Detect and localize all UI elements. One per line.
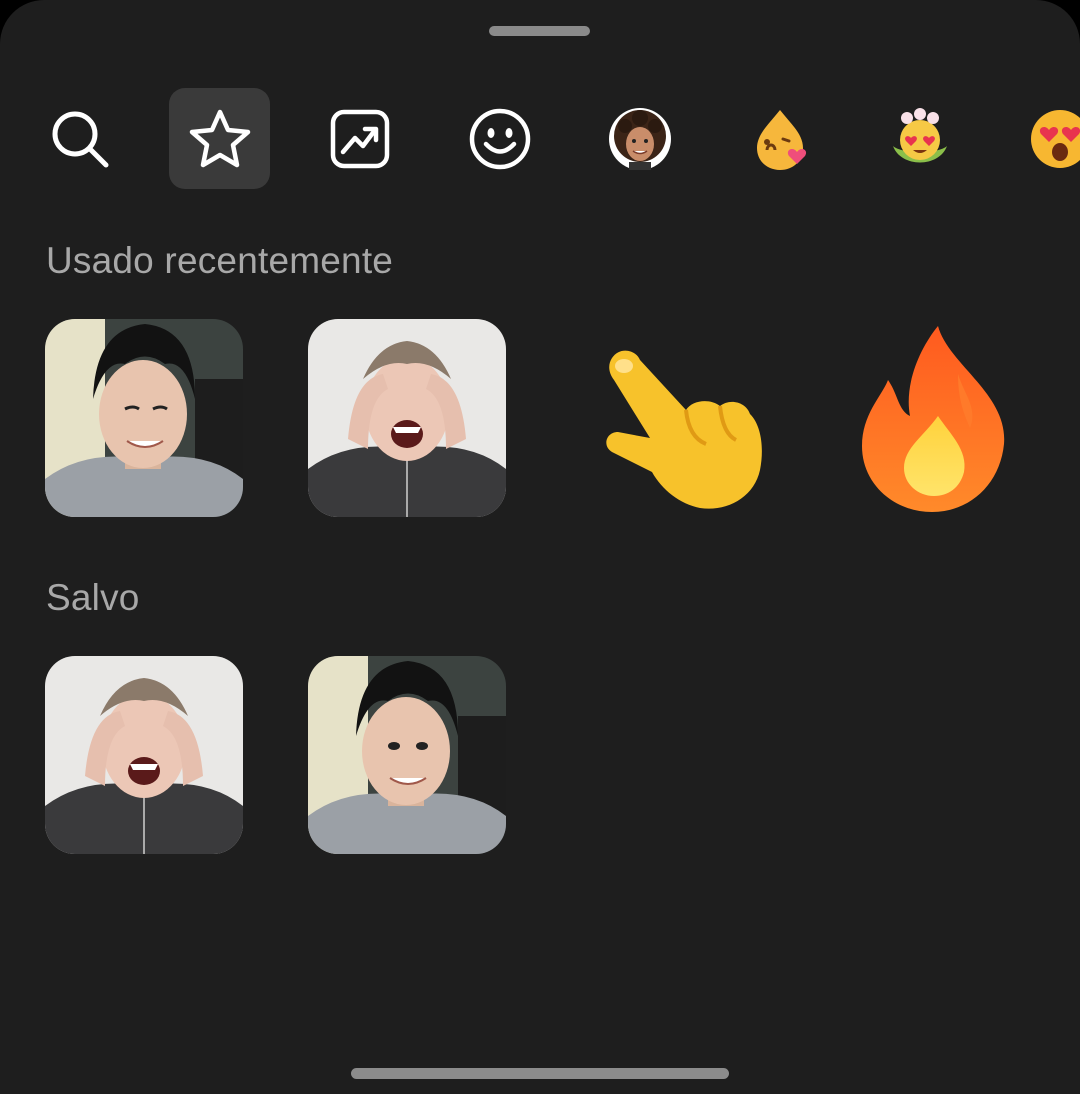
- trending-tab[interactable]: [309, 88, 410, 189]
- section-title-saved: Salvo: [46, 577, 140, 618]
- star-icon: [189, 109, 250, 167]
- search-button[interactable]: [29, 88, 130, 189]
- section-title-recent: Usado recentemente: [46, 240, 394, 281]
- saved-sticker-laughing-man[interactable]: [45, 656, 243, 854]
- sticker-laughing-man[interactable]: [308, 319, 506, 517]
- fire-emoji[interactable]: [858, 324, 1008, 519]
- smiley-icon: [469, 108, 530, 169]
- favorites-tab[interactable]: [169, 88, 270, 189]
- trending-icon: [330, 109, 389, 168]
- saved-sticker-smiling-man[interactable]: [308, 656, 506, 854]
- kissing-drop-sticker-icon: [756, 109, 806, 170]
- drag-handle[interactable]: [489, 26, 590, 36]
- avatar-sticker-tab[interactable]: [589, 88, 690, 189]
- pointing-hand-emoji[interactable]: [600, 340, 770, 517]
- kissing-sticker-tab[interactable]: [729, 88, 830, 189]
- sticker-picker-sheet: Usado recentemente Salvo: [0, 0, 1080, 1094]
- heart-eyes-tab[interactable]: [1009, 88, 1080, 189]
- emoji-tab[interactable]: [449, 88, 550, 189]
- heart-eyes-flower-sticker-icon: [892, 107, 947, 162]
- home-indicator: [351, 1068, 729, 1079]
- flower-sticker-tab[interactable]: [869, 88, 970, 189]
- avatar-sticker-icon: [608, 107, 671, 170]
- sticker-category-toolbar: [0, 88, 1080, 189]
- sticker-smiling-man[interactable]: [45, 319, 243, 517]
- search-icon: [52, 111, 108, 167]
- heart-eyes-emoji-icon: [1030, 109, 1080, 168]
